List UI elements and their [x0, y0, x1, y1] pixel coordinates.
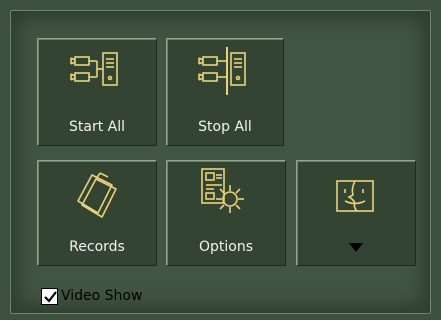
finder-face-icon: [336, 180, 374, 212]
camera-server-icon: [70, 52, 118, 86]
start-all-label: Start All: [68, 119, 125, 135]
camera-server-stop-icon: [198, 47, 246, 95]
finder-menu-button[interactable]: [296, 160, 416, 266]
video-show-label: Video Show: [61, 288, 143, 304]
stop-all-button[interactable]: Stop All: [166, 38, 284, 146]
records-button[interactable]: Records: [37, 160, 157, 266]
stop-all-label: Stop All: [198, 119, 252, 135]
video-show-row[interactable]: Video Show: [41, 285, 142, 307]
settings-gear-icon: [201, 168, 244, 213]
folder-icon: [77, 172, 117, 218]
checkmark-icon: [44, 290, 57, 303]
records-label: Records: [69, 239, 125, 255]
control-panel: Start All Stop All Records Options Video…: [0, 0, 441, 320]
video-show-checkbox[interactable]: [41, 287, 58, 305]
options-button[interactable]: Options: [166, 160, 286, 266]
start-all-button[interactable]: Start All: [37, 38, 157, 146]
dropdown-arrow-icon[interactable]: [349, 243, 363, 253]
options-label: Options: [198, 239, 254, 255]
